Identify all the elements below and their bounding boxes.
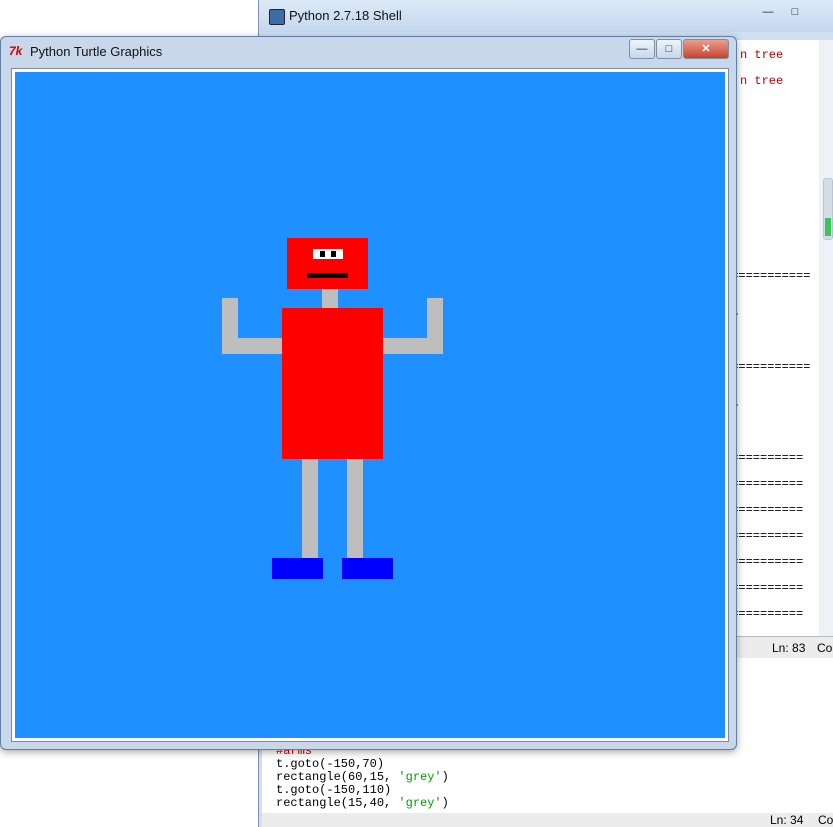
editor-line: t.goto(-150,70) xyxy=(276,757,385,771)
shell-column-number: Col xyxy=(817,641,833,655)
shell-titlebar[interactable]: Python 2.7.18 Shell — □ xyxy=(259,0,833,32)
robot-right-pupil xyxy=(331,251,336,257)
tk-icon: 7k xyxy=(9,44,23,58)
string-literal: 'grey' xyxy=(398,796,442,810)
robot-left-pupil xyxy=(320,251,325,257)
editor-statusbar: Ln: 34 Col xyxy=(262,813,833,827)
code-text: ) xyxy=(441,796,449,810)
canvas-background xyxy=(15,72,725,738)
python-icon xyxy=(269,9,285,25)
robot-neck xyxy=(322,289,338,308)
robot-left-leg xyxy=(302,459,318,559)
shell-title: Python 2.7.18 Shell xyxy=(289,8,402,23)
robot-head xyxy=(287,238,368,289)
turtle-graphics-window: 7k Python Turtle Graphics — □ ✕ xyxy=(0,36,737,750)
robot-right-leg xyxy=(347,459,363,559)
editor-column-number: Col xyxy=(818,813,833,827)
robot-right-forearm xyxy=(427,298,443,354)
editor-line: rectangle(60,15, 'grey') xyxy=(276,770,449,784)
turtle-minimize-button[interactable]: — xyxy=(629,39,655,59)
code-text: ) xyxy=(441,770,449,784)
robot-right-foot xyxy=(342,558,393,579)
shell-scrollbar[interactable] xyxy=(819,40,833,636)
code-text: rectangle(60,15, xyxy=(276,770,399,784)
shell-line-number: Ln: 83 xyxy=(772,641,806,655)
robot-left-forearm xyxy=(222,298,238,354)
turtle-maximize-button[interactable]: □ xyxy=(656,39,682,59)
turtle-canvas[interactable] xyxy=(11,68,729,742)
string-literal: 'grey' xyxy=(398,770,442,784)
code-text: rectangle(15,40, xyxy=(276,796,399,810)
robot-left-foot xyxy=(272,558,323,579)
shell-minimize-button[interactable]: — xyxy=(757,4,779,20)
turtle-titlebar[interactable]: 7k Python Turtle Graphics — □ ✕ xyxy=(1,37,736,67)
turtle-close-button[interactable]: ✕ xyxy=(683,39,729,59)
editor-line-number: Ln: 34 xyxy=(770,813,804,827)
robot-body xyxy=(282,308,383,459)
shell-output-line: n tree xyxy=(740,74,784,88)
turtle-window-title: Python Turtle Graphics xyxy=(30,44,163,59)
shell-output[interactable]: n tree n tree e ============ e> ========… xyxy=(724,40,833,636)
editor-line: rectangle(15,40, 'grey') xyxy=(276,796,449,810)
editor-line: t.goto(-150,110) xyxy=(276,783,392,797)
scroll-indicator xyxy=(825,218,831,236)
robot-eyes xyxy=(313,249,343,259)
shell-statusbar: Ln: 83 Col xyxy=(727,636,833,659)
shell-maximize-button[interactable]: □ xyxy=(784,4,806,20)
robot-mouth xyxy=(307,273,348,278)
shell-output-line: n tree xyxy=(740,48,784,62)
